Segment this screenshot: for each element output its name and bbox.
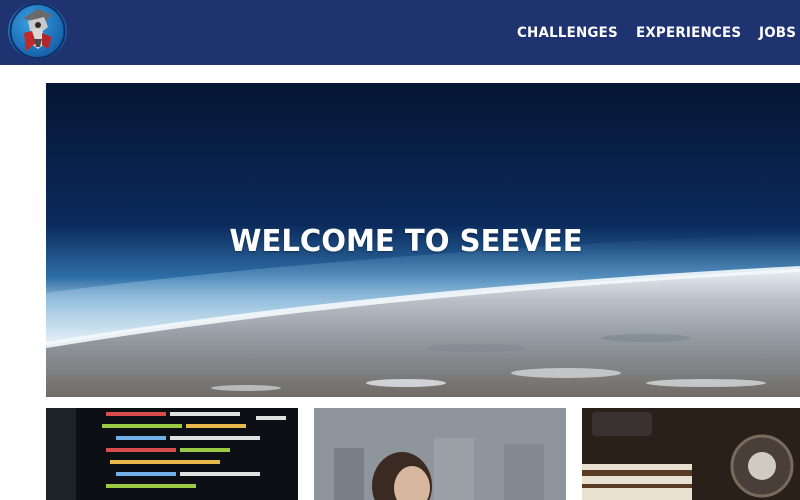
nav-link-challenges[interactable]: CHALLENGES [517,25,618,41]
hero-title: WELCOME TO SEEVEE [229,224,583,259]
code-screen-image [46,408,298,500]
mascot-logo-icon[interactable] [8,3,67,59]
feature-card-person[interactable] [314,408,566,500]
feature-card-desk[interactable] [582,408,800,500]
nav-link-jobs[interactable]: JOBS [759,25,796,41]
top-navbar: CHALLENGES EXPERIENCES JOBS [0,0,800,65]
main-nav: CHALLENGES EXPERIENCES JOBS [503,0,800,65]
hero-banner: WELCOME TO SEEVEE [46,83,800,397]
person-office-image [314,408,566,500]
nav-link-experiences[interactable]: EXPERIENCES [636,25,741,41]
feature-card-code[interactable] [46,408,298,500]
desk-items-image [582,408,800,500]
